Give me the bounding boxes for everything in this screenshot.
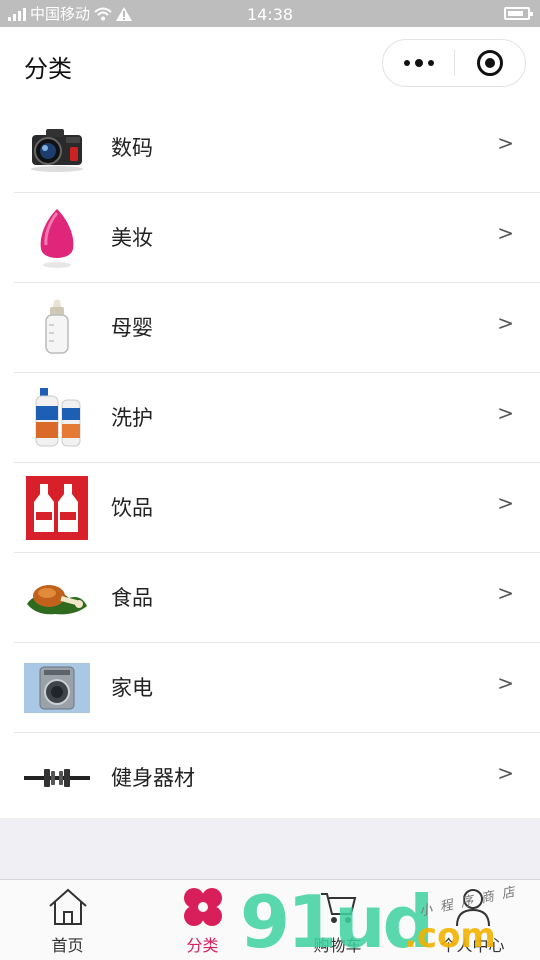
category-label: 母婴 [111,316,153,340]
category-item-drinks[interactable]: 饮品 > [14,463,540,553]
status-bar: 中国移动 14:38 [0,0,540,27]
category-item-digital[interactable]: 数码 > [14,103,540,193]
tab-label: 首页 [51,936,84,955]
baby-bottle-icon [24,295,90,361]
battery-icon [504,7,533,20]
category-item-appliances[interactable]: 家电 > [14,643,540,733]
category-label: 数码 [111,136,153,160]
category-label: 家电 [111,676,153,700]
category-label: 食品 [111,586,153,610]
watermark-domain: .com [404,916,496,956]
chevron-right-icon: > [497,401,514,425]
dot-icon [403,60,410,66]
chevron-right-icon: > [497,131,514,155]
category-label: 洗护 [111,406,153,430]
home-icon [49,888,87,925]
category-list: 数码 > 美妆 > 母婴 > 洗护 > 饮品 > 食品 > 家电 > 健身器材 … [0,103,540,818]
clock: 14:38 [246,5,294,24]
category-item-fitness[interactable]: 健身器材 > [14,733,540,823]
category-label: 美妆 [111,226,153,250]
makeup-sponge-icon [24,205,90,271]
washing-machine-icon [24,655,90,721]
drink-bottles-icon [24,475,90,541]
category-icon [184,888,222,926]
category-item-makeup[interactable]: 美妆 > [14,193,540,283]
chevron-right-icon: > [497,311,514,335]
miniprogram-capsule [382,39,526,87]
chevron-right-icon: > [497,761,514,785]
food-drumstick-icon [24,565,90,631]
tab-home[interactable]: 首页 [0,880,135,960]
category-item-food[interactable]: 食品 > [14,553,540,643]
shampoo-icon [24,385,90,451]
camera-icon [24,115,90,181]
dot-icon [414,59,423,67]
chevron-right-icon: > [497,581,514,605]
page-title: 分类 [24,55,72,83]
target-circle-icon [476,50,503,76]
category-item-personal-care[interactable]: 洗护 > [14,373,540,463]
category-label: 健身器材 [111,766,195,790]
more-options-button[interactable] [383,40,454,86]
chevron-right-icon: > [497,491,514,515]
dumbbell-icon [24,745,90,811]
watermark-logo: 91ud [240,880,434,960]
chevron-right-icon: > [497,671,514,695]
nav-bar: 分类 [0,27,540,103]
category-label: 饮品 [111,496,153,520]
close-miniprogram-button[interactable] [455,40,525,86]
chevron-right-icon: > [497,221,514,245]
dot-icon [427,60,434,66]
category-item-mother-baby[interactable]: 母婴 > [14,283,540,373]
